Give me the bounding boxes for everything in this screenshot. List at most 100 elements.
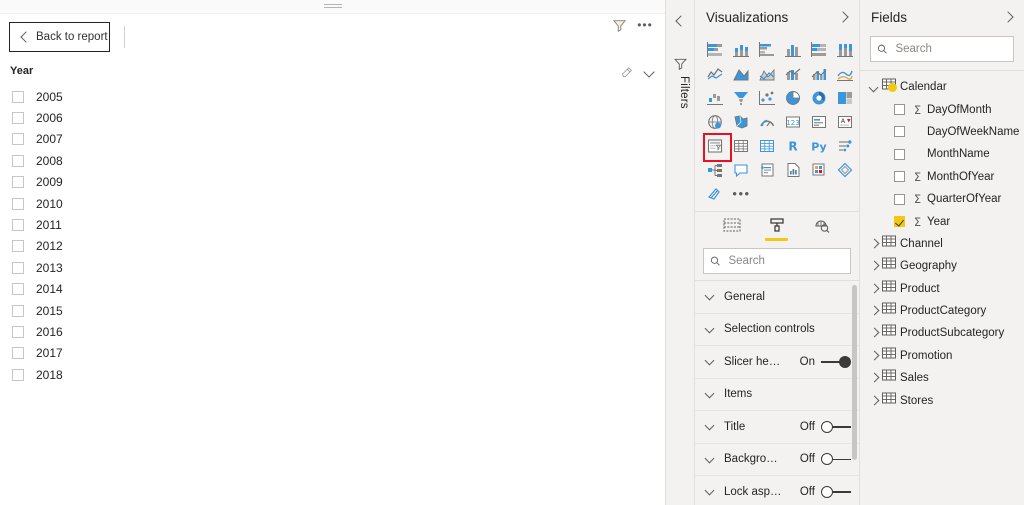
slicer-checkbox[interactable] (12, 154, 24, 167)
slicer-header-toggle[interactable] (821, 355, 851, 368)
slicer-item[interactable]: 2007 (10, 129, 655, 150)
chevron-right-icon[interactable] (868, 260, 880, 272)
field-dayofmonth[interactable]: Σ DayOfMonth (860, 98, 1024, 120)
slicer-item[interactable]: 2014 (10, 279, 655, 300)
chevron-right-icon[interactable] (868, 350, 880, 362)
slicer-item[interactable]: 2016 (10, 321, 655, 342)
fields-table-productcategory[interactable]: ProductCategory (860, 300, 1024, 322)
field-monthname[interactable]: Σ MonthName (860, 143, 1024, 165)
slicer-checkbox[interactable] (12, 261, 24, 274)
filter-icon[interactable] (610, 16, 628, 34)
slicer-checkbox[interactable] (12, 368, 24, 381)
table-icon[interactable] (729, 134, 754, 157)
arcgis-maps-icon[interactable] (703, 182, 728, 205)
decomposition-tree-icon[interactable] (703, 158, 728, 181)
slicer-item[interactable]: 2005 (10, 86, 655, 107)
slicer-item[interactable]: 2006 (10, 107, 655, 128)
chevron-right-icon[interactable] (868, 305, 880, 317)
stacked-area-chart-icon[interactable] (755, 62, 780, 85)
slicer-checkbox[interactable] (12, 112, 24, 125)
back-to-report-button[interactable]: Back to report (9, 22, 110, 52)
drag-handle[interactable] (323, 4, 342, 9)
fields-table-stores[interactable]: Stores (860, 389, 1024, 411)
slicer-checkbox[interactable] (12, 197, 24, 210)
slicer-item[interactable]: 2010 (10, 193, 655, 214)
format-list-scrollbar[interactable] (852, 285, 857, 460)
chevron-down-icon[interactable] (644, 66, 655, 77)
donut-chart-icon[interactable] (807, 86, 832, 109)
treemap-icon[interactable] (833, 86, 858, 109)
slicer-checkbox[interactable] (12, 304, 24, 317)
format-row-lock-aspect[interactable]: Lock asp… Off (695, 476, 859, 505)
multi-row-card-icon[interactable] (807, 110, 832, 133)
lock-aspect-toggle[interactable] (821, 485, 851, 498)
chevron-down-icon[interactable] (868, 81, 880, 93)
slicer-checkbox[interactable] (12, 219, 24, 232)
card-icon[interactable]: 123 (781, 110, 806, 133)
field-checkbox[interactable] (894, 216, 905, 228)
chevron-right-icon[interactable] (868, 372, 880, 384)
q-and-a-icon[interactable] (729, 158, 754, 181)
format-search-box[interactable] (703, 248, 851, 274)
area-chart-icon[interactable] (729, 62, 754, 85)
kpi-icon[interactable]: A (833, 110, 858, 133)
chevron-right-icon[interactable] (868, 395, 880, 407)
stacked-column-chart-icon[interactable] (729, 38, 754, 61)
slicer-item[interactable]: 2017 (10, 343, 655, 364)
slicer-item[interactable]: 2008 (10, 150, 655, 171)
power-apps-icon[interactable] (807, 158, 832, 181)
slicer-icon[interactable] (703, 133, 732, 162)
field-dayofweekname[interactable]: Σ DayOfWeekName (860, 121, 1024, 143)
slicer-checkbox[interactable] (12, 133, 24, 146)
background-toggle[interactable] (821, 453, 851, 466)
python-visual-icon[interactable]: Py (807, 134, 832, 157)
analytics-tab[interactable] (804, 214, 840, 242)
field-checkbox[interactable] (894, 104, 905, 116)
slicer-item[interactable]: 2012 (10, 236, 655, 257)
clustered-column-chart-icon[interactable] (781, 38, 806, 61)
key-influencers-icon[interactable] (833, 134, 858, 157)
chevron-right-icon[interactable] (868, 238, 880, 250)
stacked-bar-chart-icon[interactable] (703, 38, 728, 61)
more-options-icon[interactable]: ••• (636, 16, 654, 34)
matrix-icon[interactable] (755, 134, 780, 157)
field-checkbox[interactable] (894, 148, 905, 160)
100-percent-stacked-bar-chart-icon[interactable] (807, 38, 832, 61)
paginated-report-icon[interactable] (781, 158, 806, 181)
map-icon[interactable] (703, 110, 728, 133)
line-and-stacked-column-chart-icon[interactable] (781, 62, 806, 85)
fields-search-input[interactable] (893, 42, 1007, 56)
fields-table-channel[interactable]: Channel (860, 233, 1024, 255)
fields-table-sales[interactable]: Sales (860, 367, 1024, 389)
slicer-item[interactable]: 2013 (10, 257, 655, 278)
eraser-clear-selections-icon[interactable] (617, 62, 635, 80)
scatter-chart-icon[interactable] (755, 86, 780, 109)
slicer-checkbox[interactable] (12, 90, 24, 103)
format-row-background[interactable]: Backgro… Off (695, 444, 859, 476)
funnel-chart-icon[interactable] (729, 86, 754, 109)
slicer-item[interactable]: 2015 (10, 300, 655, 321)
slicer-item[interactable]: 2018 (10, 364, 655, 385)
fields-table-calendar[interactable]: Calendar (860, 76, 1024, 98)
r-script-visual-icon[interactable]: R (781, 134, 806, 157)
power-automate-icon[interactable] (833, 158, 858, 181)
format-search-input[interactable] (726, 254, 844, 268)
slicer-checkbox[interactable] (12, 240, 24, 253)
format-row-slicer-header[interactable]: Slicer he… On (695, 346, 859, 379)
ribbon-chart-icon[interactable] (833, 62, 858, 85)
more-visuals-icon[interactable]: ••• (729, 182, 754, 205)
field-year[interactable]: Σ Year (860, 210, 1024, 232)
slicer-checkbox[interactable] (12, 347, 24, 360)
format-row-title[interactable]: Title Off (695, 411, 859, 444)
format-row-selection-controls[interactable]: Selection controls (695, 314, 859, 346)
line-and-clustered-column-chart-icon[interactable] (807, 62, 832, 85)
slicer-item[interactable]: 2009 (10, 172, 655, 193)
title-toggle[interactable] (821, 420, 851, 433)
slicer-item[interactable]: 2011 (10, 214, 655, 235)
format-tab[interactable] (759, 214, 795, 242)
gauge-icon[interactable] (755, 110, 780, 133)
field-checkbox[interactable] (894, 171, 905, 183)
field-quarterofyear[interactable]: Σ QuarterOfYear (860, 188, 1024, 210)
fields-table-product[interactable]: Product (860, 278, 1024, 300)
slicer-checkbox[interactable] (12, 283, 24, 296)
